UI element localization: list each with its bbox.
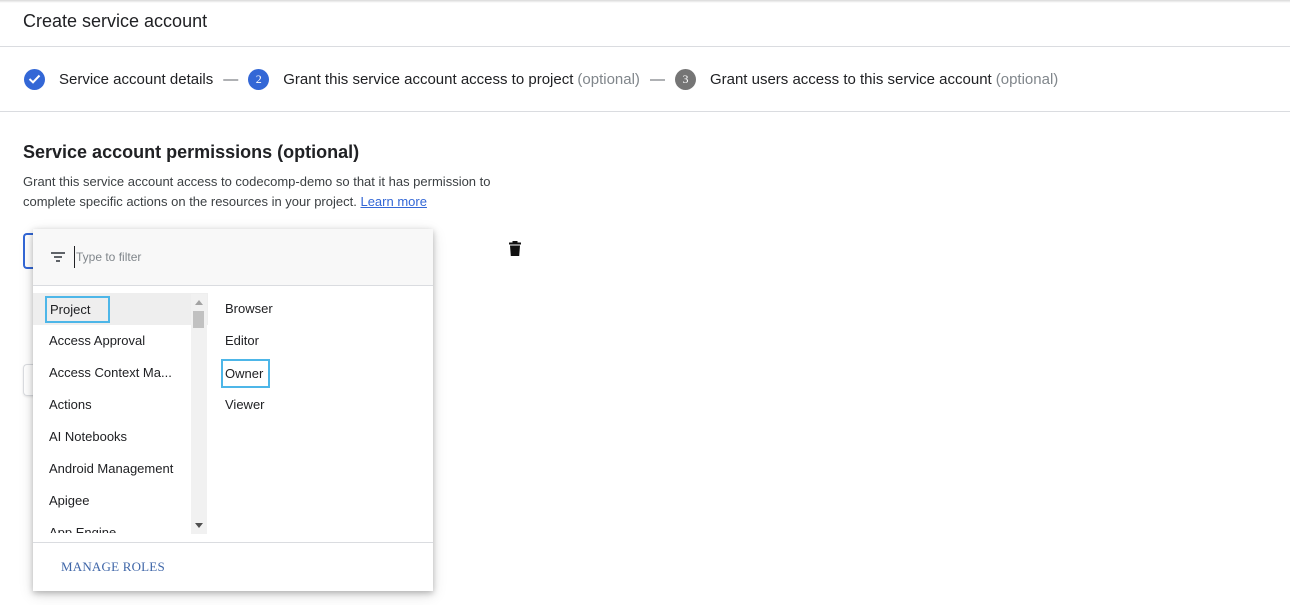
step-3-optional: (optional) — [995, 70, 1059, 88]
category-label: AI Notebooks — [49, 429, 128, 444]
section-title: Service account permissions (optional) — [23, 142, 360, 162]
learn-more-link[interactable]: Learn more — [360, 194, 426, 209]
category-label: Actions — [49, 397, 92, 412]
category-list: Project Access Approval Access Context M… — [33, 293, 208, 533]
category-label: App Engine — [49, 525, 117, 533]
page-header: Create service account — [0, 0, 1290, 47]
section-description: Grant this service account access to cod… — [23, 172, 513, 212]
filter-input[interactable] — [74, 246, 414, 268]
dropdown-footer: MANAGE ROLES — [33, 542, 433, 591]
scroll-up-icon[interactable] — [195, 300, 203, 305]
category-label: Project — [45, 296, 111, 324]
stepper: Service account details — 2 Grant this s… — [0, 47, 1290, 112]
roles-list: Browser Editor Owner Viewer — [221, 293, 421, 421]
step-2[interactable]: 2 Grant this service account access to p… — [248, 68, 640, 90]
step-row: Service account details — 2 Grant this s… — [24, 68, 1058, 90]
trash-icon — [509, 240, 521, 256]
filter-bar — [33, 229, 433, 286]
category-item[interactable]: Access Approval — [33, 325, 208, 357]
step-separator: — — [649, 70, 665, 88]
category-label: Access Approval — [49, 333, 146, 348]
role-item[interactable]: Browser — [221, 293, 421, 325]
category-item[interactable]: Project — [33, 293, 208, 325]
step-1-label: Service account details — [59, 70, 214, 88]
role-item[interactable]: Editor — [221, 325, 421, 357]
category-item[interactable]: App Engine — [33, 517, 208, 533]
category-scrollbar[interactable] — [191, 294, 207, 534]
category-item[interactable]: Access Context Ma... — [33, 357, 208, 389]
role-item[interactable]: Owner — [221, 357, 421, 389]
step-3-number: 3 — [674, 68, 696, 90]
role-dropdown: Project Access Approval Access Context M… — [33, 229, 433, 591]
scroll-down-icon[interactable] — [195, 523, 203, 528]
role-label: Viewer — [225, 397, 265, 412]
delete-role-button[interactable] — [505, 238, 525, 258]
category-label: Access Context Ma... — [49, 365, 172, 380]
step-2-label: Grant this service account access to pro… — [283, 70, 574, 88]
page-title: Create service account — [23, 11, 208, 31]
check-icon — [24, 68, 45, 90]
step-3-label: Grant users access to this service accou… — [709, 70, 992, 88]
step-1[interactable]: Service account details — [24, 68, 214, 90]
step-2-number: 2 — [248, 68, 270, 90]
manage-roles-button[interactable]: MANAGE ROLES — [61, 559, 165, 575]
scrollbar-thumb[interactable] — [193, 311, 204, 328]
category-item[interactable]: AI Notebooks — [33, 421, 208, 453]
category-item[interactable]: Android Management — [33, 453, 208, 485]
category-item[interactable]: Actions — [33, 389, 208, 421]
category-label: Android Management — [49, 461, 174, 476]
step-3[interactable]: 3 Grant users access to this service acc… — [674, 68, 1059, 90]
role-label: Owner — [221, 359, 271, 389]
step-2-optional: (optional) — [577, 70, 640, 88]
step-separator: — — [223, 70, 239, 88]
role-item[interactable]: Viewer — [221, 389, 421, 421]
category-label: Apigee — [49, 493, 90, 508]
category-item[interactable]: Apigee — [33, 485, 208, 517]
role-label: Browser — [225, 301, 273, 316]
role-label: Editor — [225, 333, 259, 348]
filter-icon — [51, 252, 65, 262]
